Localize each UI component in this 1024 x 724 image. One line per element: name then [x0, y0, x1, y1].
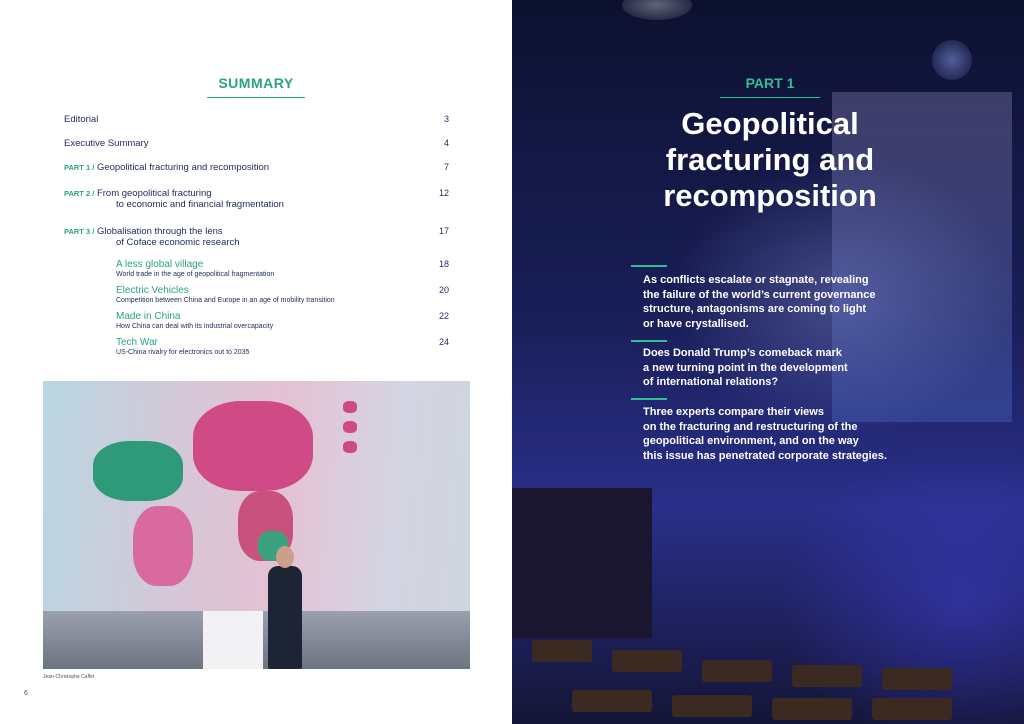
toc-subsection-made-in-china[interactable]: Made in China How China can deal with it…	[116, 311, 449, 330]
world-map-screen	[43, 381, 470, 611]
summary-title: SUMMARY	[218, 75, 294, 91]
audience-seat	[672, 695, 752, 717]
toc-page-number: 12	[438, 188, 449, 198]
intro-paragraph-2: Does Donald Trump’s comeback mark a new …	[643, 346, 923, 390]
stage-light	[932, 40, 972, 80]
toc-entry-editorial[interactable]: Editorial 3	[64, 114, 449, 125]
toc-page-number: 18	[438, 259, 449, 269]
toc-part-prefix: PART 3 /	[64, 227, 95, 236]
subsection-title: A less global village	[116, 259, 204, 270]
audience-seat	[612, 650, 682, 672]
legend-swatch	[343, 441, 357, 453]
map-continent	[93, 441, 183, 501]
paragraph-line: Three experts compare their views	[643, 406, 824, 418]
toc-entry-executive-summary[interactable]: Executive Summary 4	[64, 138, 449, 149]
paragraph-line: Does Donald Trump’s comeback mark	[643, 347, 842, 359]
chapter-title-line: fracturing and	[665, 142, 875, 177]
subsection-description: Competition between China and Europe in …	[116, 297, 335, 304]
subsection-description: How China can deal with its industrial o…	[116, 323, 274, 330]
paragraph-line: or have crystallised.	[643, 317, 749, 330]
toc-subsection-tech-war[interactable]: Tech War US-China rivalry for electronic…	[116, 337, 449, 356]
paragraph-line: a new turning point in the development	[643, 361, 848, 374]
subsection-title: Made in China	[116, 311, 181, 322]
map-continent	[193, 401, 313, 491]
toc-page-number: 7	[443, 162, 449, 172]
speaker	[268, 566, 302, 669]
section-divider	[631, 398, 667, 400]
toc-page-number: 4	[443, 138, 449, 148]
audience-seat	[792, 665, 862, 687]
toc-subsection-less-global-village[interactable]: A less global village World trade in the…	[116, 259, 449, 278]
toc-page-number: 22	[438, 311, 449, 321]
subsection-description: World trade in the age of geopolitical f…	[116, 271, 275, 278]
paragraph-line: geopolitical environment, and on the way	[643, 435, 859, 447]
chapter-title-line: recomposition	[663, 178, 877, 213]
audience-seat	[572, 690, 652, 712]
part-underline	[720, 97, 820, 98]
chapter-title: Geopolitical fracturing and recompositio…	[620, 106, 920, 214]
audience-seat	[772, 698, 852, 720]
toc-title-continued: of Coface economic research	[116, 237, 240, 248]
audience-seat	[872, 698, 952, 720]
speaker-head	[276, 546, 294, 568]
chapter-title-line: Geopolitical	[681, 106, 859, 141]
toc-title: Geopolitical fracturing and recompositio…	[96, 162, 270, 173]
paragraph-line: of international relations?	[643, 376, 779, 388]
stage-light	[622, 0, 692, 20]
toc-page-number: 17	[438, 226, 449, 236]
paragraph-line: structure, antagonisms are coming to lig…	[643, 303, 867, 315]
paragraph-line: As conflicts escalate or stagnate, revea…	[643, 274, 869, 286]
summary-underline	[207, 97, 305, 98]
toc-part-prefix: PART 2 /	[64, 189, 95, 198]
podium	[203, 611, 263, 669]
subsection-description: US-China rivalry for electronics out to …	[116, 349, 250, 356]
toc-title: Executive Summary	[64, 138, 149, 149]
toc-title: Globalisation through the lens	[96, 226, 223, 237]
toc-title: From geopolitical fracturing	[96, 188, 212, 199]
subsection-title: Electric Vehicles	[116, 285, 189, 296]
toc-entry-part-1[interactable]: PART 1 / Geopolitical fracturing and rec…	[64, 162, 449, 173]
section-divider	[631, 340, 667, 342]
intro-paragraph-1: As conflicts escalate or stagnate, revea…	[643, 273, 923, 331]
toc-page-number: 3	[443, 114, 449, 124]
intro-paragraph-3: Three experts compare their views on the…	[643, 405, 923, 463]
toc-entry-part-2[interactable]: PART 2 / From geopolitical fracturing to…	[64, 188, 449, 210]
legend-swatch	[343, 421, 357, 433]
legend-swatch	[343, 401, 357, 413]
part-label: PART 1	[745, 75, 795, 91]
left-page: SUMMARY Editorial 3 Executive Summary 4 …	[0, 0, 512, 724]
toc-page-number: 20	[438, 285, 449, 295]
paragraph-line: this issue has penetrated corporate stra…	[643, 449, 887, 462]
map-continent	[133, 506, 193, 586]
conference-photo	[43, 381, 470, 669]
photo-caption: Jean-Christophe Caffet	[43, 674, 95, 680]
toc-part-prefix: PART 1 /	[64, 163, 95, 172]
audience-seat	[532, 640, 592, 662]
toc-entry-part-3[interactable]: PART 3 / Globalisation through the lens …	[64, 226, 449, 248]
page-number: 6	[24, 690, 28, 697]
section-divider	[631, 265, 667, 267]
subsection-title: Tech War	[116, 337, 158, 348]
audience-seat	[702, 660, 772, 682]
toc-subsection-electric-vehicles[interactable]: Electric Vehicles Competition between Ch…	[116, 285, 449, 304]
right-page: PART 1 Geopolitical fracturing and recom…	[512, 0, 1024, 724]
dark-panel	[512, 488, 652, 638]
paragraph-line: the failure of the world’s current gover…	[643, 288, 876, 301]
paragraph-line: on the fracturing and restructuring of t…	[643, 420, 858, 433]
toc-title: Editorial	[64, 114, 99, 125]
audience-seat	[882, 668, 952, 690]
toc-title-continued: to economic and financial fragmentation	[116, 199, 284, 210]
toc-page-number: 24	[438, 337, 449, 347]
